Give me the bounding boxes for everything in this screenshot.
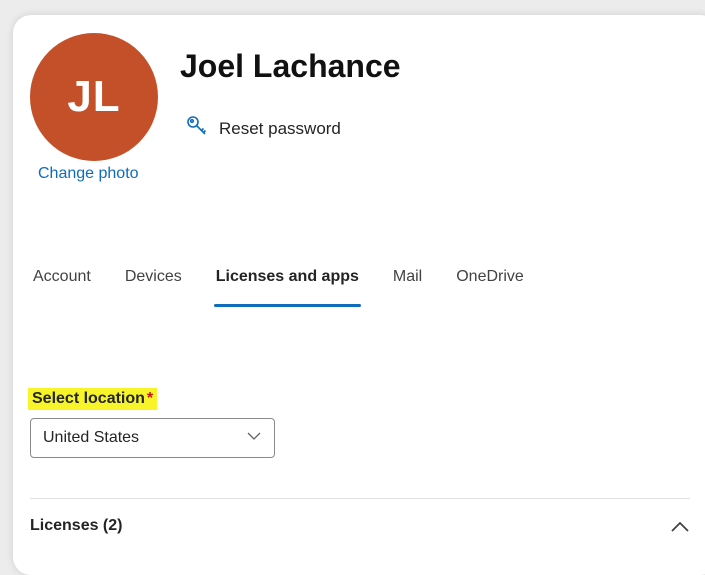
required-mark: * <box>146 390 154 407</box>
section-divider <box>30 498 690 499</box>
key-icon <box>185 114 209 143</box>
select-location-text: Select location <box>32 390 145 407</box>
tab-bar: Account Devices Licenses and apps Mail O… <box>33 268 558 307</box>
licenses-collapse-button[interactable] <box>667 514 693 540</box>
user-name: Joel Lachance <box>180 48 401 84</box>
avatar: JL <box>30 33 158 161</box>
tab-account[interactable]: Account <box>33 268 91 306</box>
licenses-section-title: Licenses (2) <box>30 517 123 534</box>
reset-password-label: Reset password <box>219 118 341 138</box>
change-photo-link[interactable]: Change photo <box>38 165 139 183</box>
tab-licenses-and-apps[interactable]: Licenses and apps <box>213 268 362 307</box>
location-value: United States <box>43 429 140 446</box>
reset-password-button[interactable]: Reset password <box>185 114 341 143</box>
chevron-down-icon <box>246 428 262 449</box>
location-dropdown[interactable]: United States <box>30 418 275 458</box>
tab-devices[interactable]: Devices <box>125 268 182 306</box>
tab-mail[interactable]: Mail <box>393 268 422 306</box>
select-location-label: Select location * <box>28 388 158 410</box>
chevron-up-icon <box>667 521 693 544</box>
avatar-initials: JL <box>67 72 121 121</box>
tab-onedrive[interactable]: OneDrive <box>456 268 524 306</box>
